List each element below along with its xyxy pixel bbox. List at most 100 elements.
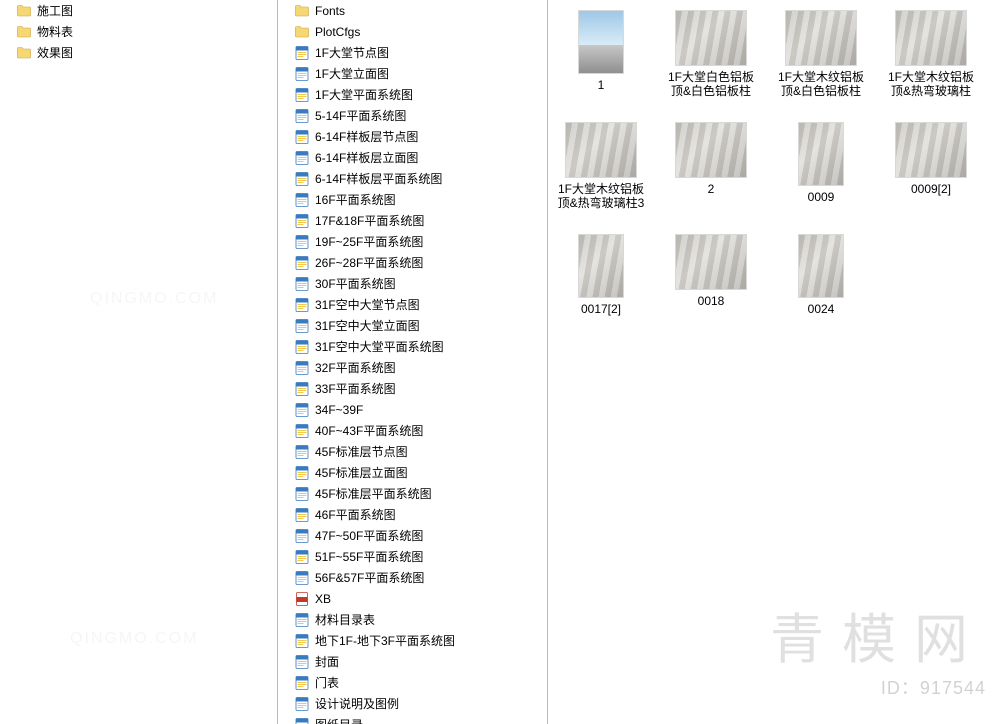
item-label: 46F平面系统图	[315, 506, 396, 523]
middle-tree-item[interactable]: 1F大堂节点图	[278, 42, 547, 63]
dwg-file-icon	[294, 633, 310, 649]
item-label: 设计说明及图例	[315, 695, 399, 712]
item-label: 40F~43F平面系统图	[315, 422, 423, 439]
left-tree-item[interactable]: 施工图	[0, 0, 277, 21]
middle-tree-item[interactable]: 6-14F样板层节点图	[278, 126, 547, 147]
dwg-file-icon	[294, 276, 310, 292]
item-label: 1F大堂立面图	[315, 65, 389, 82]
thumbnail-item[interactable]: 1F大堂木纹铝板顶&白色铝板柱	[776, 10, 866, 98]
left-tree-item[interactable]: 物料表	[0, 21, 277, 42]
middle-tree-item[interactable]: 17F&18F平面系统图	[278, 210, 547, 231]
item-label: 1F大堂平面系统图	[315, 86, 413, 103]
middle-tree-item[interactable]: 33F平面系统图	[278, 378, 547, 399]
folder-icon	[294, 24, 310, 40]
middle-tree-item[interactable]: 5-14F平面系统图	[278, 105, 547, 126]
middle-tree-item[interactable]: 45F标准层节点图	[278, 441, 547, 462]
middle-tree-item[interactable]: 1F大堂立面图	[278, 63, 547, 84]
middle-tree-item[interactable]: 31F空中大堂节点图	[278, 294, 547, 315]
thumbnail-label: 1F大堂白色铝板顶&白色铝板柱	[666, 70, 756, 98]
folder-icon	[294, 3, 310, 19]
item-label: 6-14F样板层立面图	[315, 149, 418, 166]
middle-tree-item[interactable]: 地下1F-地下3F平面系统图	[278, 630, 547, 651]
middle-tree-item[interactable]: 40F~43F平面系统图	[278, 420, 547, 441]
middle-tree-item[interactable]: 图纸目录	[278, 714, 547, 724]
dwg-file-icon	[294, 465, 310, 481]
pdf-file-icon	[294, 591, 310, 607]
middle-tree-item[interactable]: 45F标准层平面系统图	[278, 483, 547, 504]
thumbnail-item[interactable]: 2	[666, 122, 756, 210]
item-label: 地下1F-地下3F平面系统图	[315, 632, 455, 649]
item-label: PlotCfgs	[315, 25, 360, 39]
thumbnail-label: 1F大堂木纹铝板顶&热弯玻璃柱	[886, 70, 976, 98]
thumbnail-item[interactable]: 0024	[776, 234, 866, 316]
dwg-file-icon	[294, 87, 310, 103]
item-label: Fonts	[315, 4, 345, 18]
dwg-file-icon	[294, 528, 310, 544]
middle-tree-item[interactable]: 6-14F样板层平面系统图	[278, 168, 547, 189]
item-label: 51F~55F平面系统图	[315, 548, 423, 565]
dwg-file-icon	[294, 570, 310, 586]
dwg-file-icon	[294, 654, 310, 670]
thumbnail-label: 0009[2]	[911, 182, 951, 196]
middle-tree-item[interactable]: 19F~25F平面系统图	[278, 231, 547, 252]
middle-tree-item[interactable]: 31F空中大堂立面图	[278, 315, 547, 336]
dwg-file-icon	[294, 150, 310, 166]
dwg-file-icon	[294, 675, 310, 691]
middle-tree-item[interactable]: 1F大堂平面系统图	[278, 84, 547, 105]
thumbnail-image	[578, 10, 624, 74]
dwg-file-icon	[294, 45, 310, 61]
dwg-file-icon	[294, 381, 310, 397]
dwg-file-icon	[294, 255, 310, 271]
middle-tree-item[interactable]: XB	[278, 588, 547, 609]
middle-tree-item[interactable]: 封面	[278, 651, 547, 672]
thumbnail-image	[675, 122, 747, 178]
dwg-file-icon	[294, 234, 310, 250]
item-label: 封面	[315, 653, 339, 670]
thumbnail-label: 0024	[808, 302, 835, 316]
thumbnail-label: 1	[598, 78, 605, 92]
middle-tree-item[interactable]: Fonts	[278, 0, 547, 21]
thumbnail-label: 0009	[808, 190, 835, 204]
middle-tree-item[interactable]: 设计说明及图例	[278, 693, 547, 714]
dwg-file-icon	[294, 360, 310, 376]
item-label: 6-14F样板层平面系统图	[315, 170, 442, 187]
middle-tree-item[interactable]: 46F平面系统图	[278, 504, 547, 525]
middle-tree-item[interactable]: 45F标准层立面图	[278, 462, 547, 483]
middle-tree-item[interactable]: 6-14F样板层立面图	[278, 147, 547, 168]
dwg-file-icon	[294, 66, 310, 82]
middle-tree-item[interactable]: 51F~55F平面系统图	[278, 546, 547, 567]
thumbnail-item[interactable]: 1	[556, 10, 646, 98]
thumbnail-item[interactable]: 0018	[666, 234, 756, 316]
folder-icon	[16, 24, 32, 40]
thumbnail-item[interactable]: 0009[2]	[886, 122, 976, 210]
middle-tree-item[interactable]: 31F空中大堂平面系统图	[278, 336, 547, 357]
item-label: 47F~50F平面系统图	[315, 527, 423, 544]
middle-tree-item[interactable]: 26F~28F平面系统图	[278, 252, 547, 273]
thumbnail-item[interactable]: 0009	[776, 122, 866, 210]
middle-tree-item[interactable]: 门表	[278, 672, 547, 693]
dwg-file-icon	[294, 297, 310, 313]
dwg-file-icon	[294, 129, 310, 145]
middle-tree-item[interactable]: 47F~50F平面系统图	[278, 525, 547, 546]
middle-tree-item[interactable]: 16F平面系统图	[278, 189, 547, 210]
middle-tree-item[interactable]: PlotCfgs	[278, 21, 547, 42]
dwg-file-icon	[294, 717, 310, 724]
thumbnail-image	[675, 10, 747, 66]
item-label: 33F平面系统图	[315, 380, 396, 397]
middle-tree-item[interactable]: 34F~39F	[278, 399, 547, 420]
middle-tree-item[interactable]: 56F&57F平面系统图	[278, 567, 547, 588]
item-label: 45F标准层平面系统图	[315, 485, 432, 502]
thumbnail-item[interactable]: 1F大堂木纹铝板顶&热弯玻璃柱	[886, 10, 976, 98]
item-label: 16F平面系统图	[315, 191, 396, 208]
thumbnail-image	[895, 122, 967, 178]
middle-tree-item[interactable]: 30F平面系统图	[278, 273, 547, 294]
middle-tree-item[interactable]: 材料目录表	[278, 609, 547, 630]
thumbnail-item[interactable]: 1F大堂木纹铝板顶&热弯玻璃柱3	[556, 122, 646, 210]
folder-icon	[16, 45, 32, 61]
item-label: 6-14F样板层节点图	[315, 128, 418, 145]
thumbnail-item[interactable]: 0017[2]	[556, 234, 646, 316]
left-tree-item[interactable]: 效果图	[0, 42, 277, 63]
folder-icon	[16, 3, 32, 19]
middle-tree-item[interactable]: 32F平面系统图	[278, 357, 547, 378]
thumbnail-item[interactable]: 1F大堂白色铝板顶&白色铝板柱	[666, 10, 756, 98]
